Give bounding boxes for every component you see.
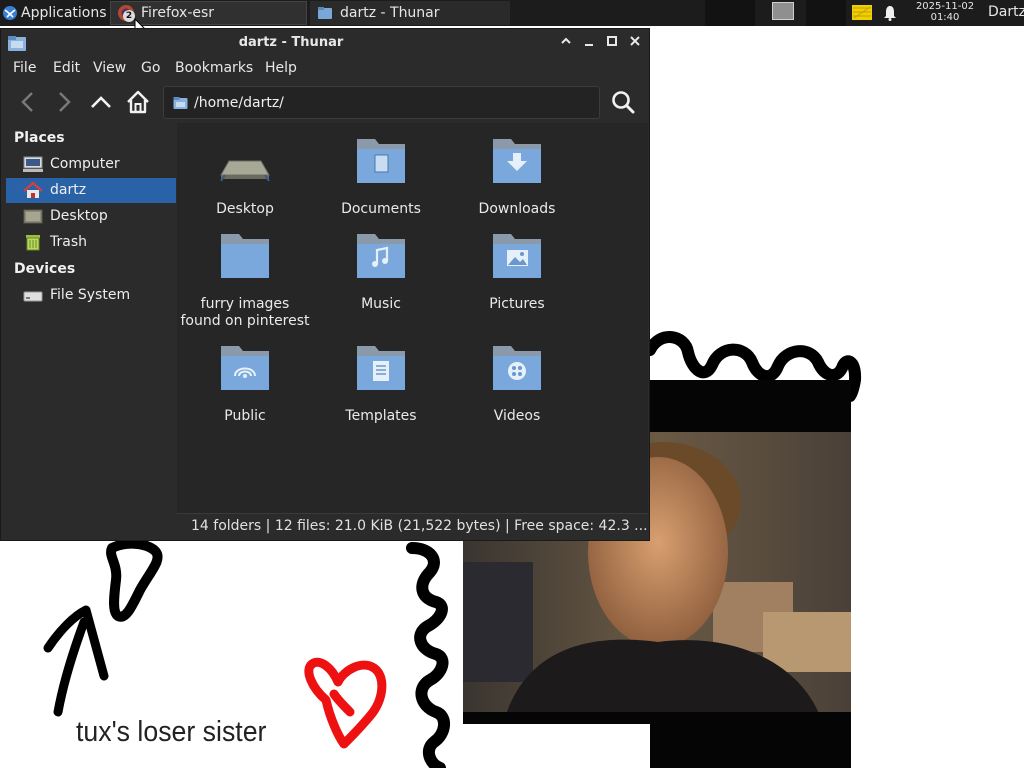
top-panel: Applications ⋮ 2 Firefox-esr dartz - Thu… <box>0 0 1024 39</box>
sidebar-item-desktop[interactable]: Desktop <box>6 204 176 229</box>
sidebar-item-label: File System <box>50 287 131 303</box>
firefox-icon: 2 <box>117 4 135 22</box>
sidebar: Places Computer dartz Desktop Trash Devi… <box>4 123 176 539</box>
computer-icon <box>23 156 43 172</box>
file-view: Desktop Documents Downloads furry images… <box>177 123 648 513</box>
templates-folder-icon <box>357 346 405 390</box>
file-item-videos[interactable]: Videos <box>452 342 582 425</box>
documents-folder-icon <box>357 139 405 183</box>
menu-help[interactable]: Help <box>265 60 297 76</box>
home-button-icon[interactable] <box>125 89 151 115</box>
parent-folder-icon[interactable] <box>88 89 114 115</box>
location-bar[interactable]: /home/dartz/ <box>163 86 600 119</box>
pictures-folder-icon <box>493 234 541 278</box>
applications-label: Applications <box>21 5 107 21</box>
file-name: furry images found on pinterest <box>180 296 310 329</box>
downloads-folder-icon <box>493 139 541 183</box>
window-close-button[interactable] <box>625 33 645 53</box>
file-name: Pictures <box>489 296 545 312</box>
file-name: Templates <box>345 408 417 424</box>
taskbar-button-thunar[interactable]: dartz - Thunar <box>310 1 510 25</box>
menu-go[interactable]: Go <box>141 60 160 76</box>
music-folder-icon <box>357 234 405 278</box>
panel-spacer <box>705 0 755 26</box>
sidebar-item-label: Trash <box>50 234 87 250</box>
applications-menu-button[interactable]: Applications ⋮ <box>0 0 122 26</box>
file-name: Music <box>361 296 401 312</box>
panel-clock[interactable]: 2025-11-02 01:40 <box>908 1 982 23</box>
file-name: Downloads <box>478 201 556 217</box>
window-maximize-button[interactable] <box>602 33 622 53</box>
file-item-desktop[interactable]: Desktop <box>180 135 310 218</box>
folder-icon <box>221 234 269 278</box>
home-icon <box>23 182 43 198</box>
file-name: Documents <box>341 201 421 217</box>
trash-icon <box>26 235 40 251</box>
file-item-music[interactable]: Music <box>316 230 446 313</box>
window-title: dartz - Thunar <box>238 35 344 50</box>
clock-date: 2025-11-02 <box>915 1 975 12</box>
location-path: /home/dartz/ <box>194 95 284 111</box>
clock-time: 01:40 <box>930 12 960 23</box>
menu-file[interactable]: File <box>13 60 36 76</box>
menu-bookmarks[interactable]: Bookmarks <box>175 60 253 76</box>
sidebar-item-label: Desktop <box>50 208 108 224</box>
doodle-caption: tux's loser sister <box>76 716 267 748</box>
xfce-logo-icon <box>3 6 17 20</box>
sidebar-item-dartz[interactable]: dartz <box>6 178 176 203</box>
file-item-furry-images[interactable]: furry images found on pinterest <box>180 230 310 330</box>
drive-icon <box>23 291 43 302</box>
file-item-pictures[interactable]: Pictures <box>452 230 582 313</box>
status-bar: 14 folders | 12 files: 21.0 KiB (21,522 … <box>177 513 648 539</box>
menu-bar: File Edit View Go Bookmarks Help <box>1 57 649 81</box>
panel-spacer-2 <box>806 0 846 26</box>
sidebar-item-label: Computer <box>50 156 120 172</box>
notification-bell-icon[interactable] <box>882 5 898 21</box>
file-item-downloads[interactable]: Downloads <box>452 135 582 218</box>
sidebar-item-file-system[interactable]: File System <box>6 283 176 308</box>
file-item-documents[interactable]: Documents <box>316 135 446 218</box>
file-item-templates[interactable]: Templates <box>316 342 446 425</box>
window-minimize-button[interactable] <box>579 33 599 53</box>
toolbar: /home/dartz/ <box>1 81 649 123</box>
user-menu[interactable]: Dartz <box>988 4 1024 20</box>
file-item-public[interactable]: Public <box>180 342 310 425</box>
sidebar-heading-devices: Devices <box>14 261 76 277</box>
sidebar-item-trash[interactable]: Trash <box>6 230 176 255</box>
window-shade-button[interactable] <box>556 33 576 53</box>
menu-view[interactable]: View <box>93 60 126 76</box>
taskbar-label-thunar: dartz - Thunar <box>340 5 440 21</box>
thunar-window: dartz - Thunar File Edit View Go Bookmar… <box>0 28 650 541</box>
file-name: Public <box>224 408 266 424</box>
status-text: 14 folders | 12 files: 21.0 KiB (21,522 … <box>191 518 648 534</box>
back-arrow-icon[interactable] <box>15 89 41 115</box>
mail-tray-icon[interactable] <box>852 5 872 20</box>
taskbar-label-firefox: Firefox-esr <box>141 5 215 21</box>
sidebar-item-label: dartz <box>50 182 87 198</box>
window-titlebar[interactable]: dartz - Thunar <box>1 29 649 57</box>
sidebar-heading-places: Places <box>14 130 65 146</box>
public-folder-icon <box>221 346 269 390</box>
menu-edit[interactable]: Edit <box>53 60 80 76</box>
search-icon[interactable] <box>610 89 636 115</box>
file-name: Videos <box>493 408 541 424</box>
file-manager-icon <box>316 4 334 22</box>
location-folder-icon <box>173 97 188 109</box>
workspace-switcher[interactable] <box>772 2 794 20</box>
videos-folder-icon <box>493 346 541 390</box>
forward-arrow-icon[interactable] <box>51 89 77 115</box>
desktop-folder-icon <box>220 160 270 182</box>
sidebar-item-computer[interactable]: Computer <box>6 152 176 177</box>
file-name: Desktop <box>216 201 274 217</box>
desktop-icon <box>23 209 43 224</box>
